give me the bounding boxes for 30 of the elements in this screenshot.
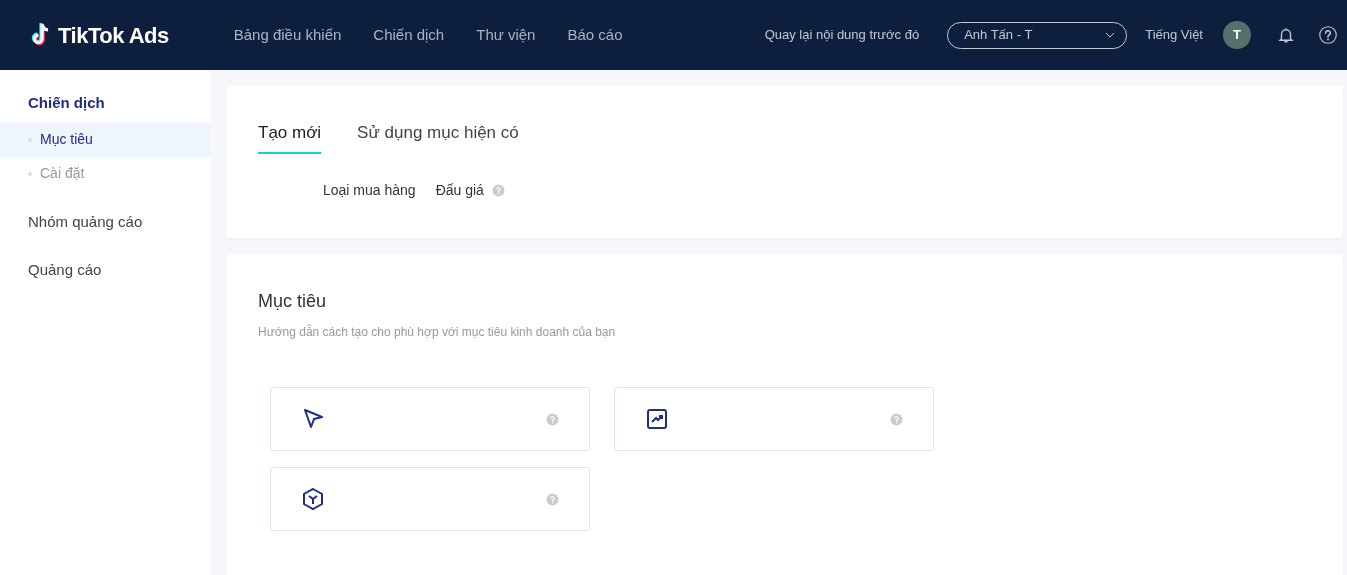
section-title: Mục tiêu [258,290,328,313]
nav-link[interactable]: Bảng điều khiển [233,23,342,47]
help-icon [546,412,559,426]
sidebar-item[interactable]: Nhóm quảng cáo [0,210,210,233]
hexagon-icon [301,487,325,511]
sidebar-item[interactable]: Chiến dịch [0,92,210,115]
tab[interactable]: Tạo mới [258,120,322,154]
section-subtitle: Hướng dẫn cách tạo cho phù hợp với mục tiêu kinh doanh của bạn [258,323,617,341]
objective-option[interactable] [270,467,590,531]
field-value: Đấu giá [435,180,484,200]
tab[interactable]: Sử dụng mục hiện có [357,120,519,154]
notification-bell-icon[interactable] [1277,26,1295,44]
help-icon [890,412,903,426]
trend-chart-icon [645,407,669,431]
nav-link[interactable]: Báo cáo [567,23,623,47]
help-icon [491,183,505,197]
logo[interactable]: TikTok Ads [58,18,169,52]
objective-option[interactable] [614,387,934,451]
cursor-icon [301,407,325,431]
nav-link[interactable]: Thư viện [476,23,536,47]
back-link[interactable]: Quay lại nội dung trước đó [764,25,920,45]
help-icon[interactable] [1319,26,1337,44]
sidebar-item[interactable]: Quảng cáo [0,259,210,282]
avatar[interactable]: T [1223,21,1251,49]
nav-link[interactable]: Chiến dịch [373,23,445,47]
objective-option[interactable] [270,387,590,451]
help-icon [546,492,559,506]
language-link[interactable]: Tiếng Việt [1145,25,1203,45]
field-label: Loại mua hàng [323,180,416,200]
sidebar-step[interactable]: Mục tiêu [0,122,210,157]
